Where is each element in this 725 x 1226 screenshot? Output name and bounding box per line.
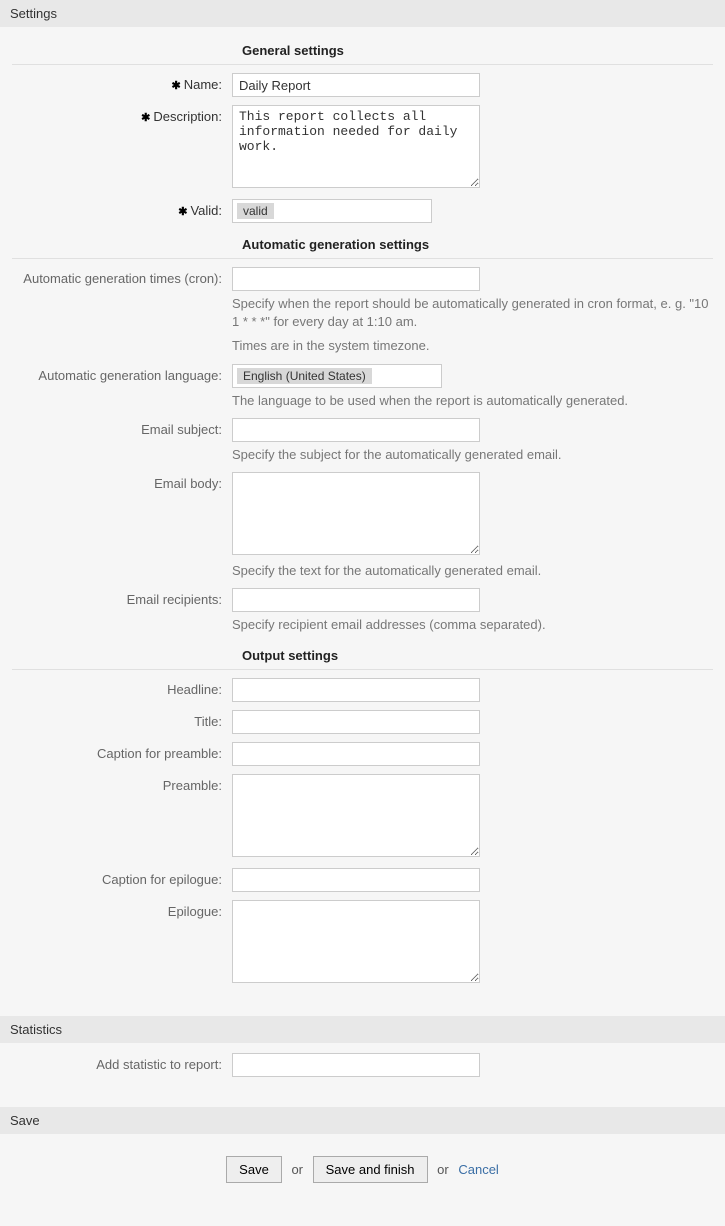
email-body-label: Email body:: [12, 472, 232, 491]
language-select-value: English (United States): [237, 368, 372, 384]
name-label: ✱Name:: [12, 73, 232, 92]
email-subject-help: Specify the subject for the automaticall…: [232, 446, 712, 464]
preamble-textarea[interactable]: [232, 774, 480, 857]
epilogue-label: Epilogue:: [12, 900, 232, 919]
email-recipients-label: Email recipients:: [12, 588, 232, 607]
statistics-panel-header: Statistics: [0, 1016, 725, 1043]
language-help: The language to be used when the report …: [232, 392, 712, 410]
headline-label: Headline:: [12, 678, 232, 697]
save-button[interactable]: Save: [226, 1156, 282, 1183]
or-text-2: or: [437, 1162, 449, 1177]
valid-select-value: valid: [237, 203, 274, 219]
cancel-link[interactable]: Cancel: [458, 1162, 498, 1177]
valid-label: ✱Valid:: [12, 199, 232, 218]
valid-select[interactable]: valid: [232, 199, 432, 223]
description-textarea[interactable]: This report collects all information nee…: [232, 105, 480, 188]
save-panel-header: Save: [0, 1107, 725, 1134]
email-body-textarea[interactable]: [232, 472, 480, 555]
or-text-1: or: [291, 1162, 303, 1177]
save-and-finish-button[interactable]: Save and finish: [313, 1156, 428, 1183]
settings-panel: Settings General settings ✱Name: ✱Descri…: [0, 0, 725, 1010]
add-statistic-label: Add statistic to report:: [12, 1053, 232, 1072]
email-body-help: Specify the text for the automatically g…: [232, 562, 712, 580]
required-star-icon: ✱: [178, 206, 187, 218]
required-star-icon: ✱: [171, 80, 180, 92]
output-settings-heading: Output settings: [242, 642, 713, 667]
headline-input[interactable]: [232, 678, 480, 702]
preamble-label: Preamble:: [12, 774, 232, 793]
save-panel-body: Save or Save and finish or Cancel: [0, 1134, 725, 1219]
required-star-icon: ✱: [141, 112, 150, 124]
name-input[interactable]: [232, 73, 480, 97]
cron-help-2: Times are in the system timezone.: [232, 337, 712, 355]
title-label: Title:: [12, 710, 232, 729]
cron-input[interactable]: [232, 267, 480, 291]
email-recipients-input[interactable]: [232, 588, 480, 612]
statistics-panel: Statistics Add statistic to report:: [0, 1016, 725, 1101]
save-panel: Save Save or Save and finish or Cancel: [0, 1107, 725, 1219]
email-subject-label: Email subject:: [12, 418, 232, 437]
autogen-settings-heading: Automatic generation settings: [242, 231, 713, 256]
email-subject-input[interactable]: [232, 418, 480, 442]
general-settings-heading: General settings: [242, 37, 713, 62]
language-label: Automatic generation language:: [12, 364, 232, 383]
caption-epilogue-input[interactable]: [232, 868, 480, 892]
statistics-panel-body: Add statistic to report:: [0, 1043, 725, 1101]
add-statistic-input[interactable]: [232, 1053, 480, 1077]
caption-preamble-input[interactable]: [232, 742, 480, 766]
language-select[interactable]: English (United States): [232, 364, 442, 388]
cron-help-1: Specify when the report should be automa…: [232, 295, 712, 331]
section-rule: [12, 64, 713, 65]
epilogue-textarea[interactable]: [232, 900, 480, 983]
section-rule: [12, 669, 713, 670]
section-rule: [12, 258, 713, 259]
cron-label: Automatic generation times (cron):: [12, 267, 232, 286]
email-recipients-help: Specify recipient email addresses (comma…: [232, 616, 712, 634]
title-input[interactable]: [232, 710, 480, 734]
description-label: ✱Description:: [12, 105, 232, 124]
settings-panel-header: Settings: [0, 0, 725, 27]
settings-panel-body: General settings ✱Name: ✱Description: Th…: [0, 27, 725, 1010]
caption-preamble-label: Caption for preamble:: [12, 742, 232, 761]
caption-epilogue-label: Caption for epilogue:: [12, 868, 232, 887]
